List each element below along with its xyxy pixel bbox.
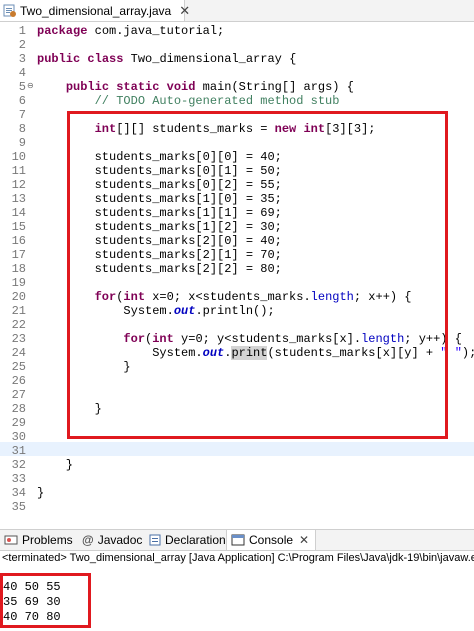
line-number: 2	[18, 38, 26, 52]
code-line-class-decl: public class Two_dimensional_array {	[37, 52, 297, 66]
code-line-assign: students_marks[0][2] = 55;	[37, 178, 282, 192]
line-number: 11	[11, 164, 26, 178]
line-number: 25	[11, 360, 26, 374]
line-number: 15	[11, 220, 26, 234]
javadoc-icon: @	[82, 533, 94, 547]
line-number: 18	[11, 262, 26, 276]
code-line-assign: students_marks[1][2] = 30;	[37, 220, 282, 234]
line-number: 24	[11, 346, 26, 360]
line-number: 8	[18, 122, 26, 136]
java-file-icon	[3, 4, 16, 17]
problems-icon	[4, 534, 18, 546]
code-line-brace: }	[37, 486, 45, 500]
code-line-brace: }	[37, 458, 74, 472]
tab-javadoc-label: Javadoc	[97, 533, 143, 547]
line-number: 12	[11, 178, 26, 192]
tab-declaration[interactable]: Declaration	[149, 530, 226, 550]
line-number: 21	[11, 304, 26, 318]
tab-javadoc[interactable]: @ Javadoc	[82, 530, 142, 550]
code-line-assign: students_marks[1][0] = 35;	[37, 192, 282, 206]
close-console-tab-icon[interactable]: ✕	[299, 533, 309, 547]
line-number: 32	[11, 458, 26, 472]
line-number: 3	[18, 52, 26, 66]
console-status: <terminated> Two_dimensional_array [Java…	[2, 552, 474, 564]
editor-tab-label: Two_dimensional_array.java	[20, 3, 172, 18]
line-number: 19	[11, 276, 26, 290]
line-number: 34	[11, 486, 26, 500]
line-number: 23	[11, 332, 26, 346]
code-line-package: package com.java_tutorial;	[37, 24, 225, 38]
line-number: 10	[11, 150, 26, 164]
tab-console-label: Console	[249, 533, 294, 547]
line-number: 26	[11, 374, 26, 388]
tab-declaration-label: Declaration	[165, 533, 226, 547]
line-number: 20	[11, 290, 26, 304]
line-number: 33	[11, 472, 26, 486]
line-number: 7	[18, 108, 26, 122]
line-number: 4	[18, 66, 26, 80]
declaration-icon	[149, 534, 161, 546]
line-number: 1	[18, 24, 26, 38]
line-number: 13	[11, 192, 26, 206]
code-line-assign: students_marks[0][0] = 40;	[37, 150, 282, 164]
editor-tab-file[interactable]: Two_dimensional_array.java ✕	[0, 0, 190, 21]
code-line-comment: // TODO Auto-generated method stub	[94, 94, 340, 108]
line-number: 5	[18, 80, 26, 94]
line-number: 17	[11, 248, 26, 262]
tab-problems-label: Problems	[22, 533, 73, 547]
code-line-brace: }	[37, 360, 131, 374]
tab-console[interactable]: Console ✕	[226, 530, 317, 550]
code-line-assign: students_marks[2][2] = 80;	[37, 262, 282, 276]
line-number: 22	[11, 318, 26, 332]
code-line-assign: students_marks[2][0] = 40;	[37, 234, 282, 248]
console-output-line: 40 50 55	[3, 580, 61, 594]
console-icon	[231, 534, 245, 546]
line-number: 14	[11, 206, 26, 220]
line-number: 16	[11, 234, 26, 248]
line-number: 30	[11, 430, 26, 444]
line-number: 31	[11, 444, 26, 458]
code-line-println: System.out.println();	[37, 304, 275, 318]
line-number: 29	[11, 416, 26, 430]
code-line-main: public static void main(String[] args) {	[65, 80, 354, 94]
line-number: 6	[18, 94, 26, 108]
code-line-print: System.out.print(students_marks[x][y] + …	[37, 346, 474, 360]
tab-problems[interactable]: Problems	[4, 530, 73, 550]
code-line-assign: students_marks[2][1] = 70;	[37, 248, 282, 262]
code-line-assign: students_marks[0][1] = 50;	[37, 164, 282, 178]
code-line-outer-for: for(int x=0; x<students_marks.length; x+…	[94, 290, 412, 304]
code-line-array-decl: int[][] students_marks = new int[3][3];	[94, 122, 376, 136]
line-number: 27	[11, 388, 26, 402]
editor-tab-bar: Two_dimensional_array.java ✕	[0, 0, 474, 22]
console-tab-bar: Problems @ Javadoc Declaration Console ✕	[0, 529, 474, 551]
console-output-line: 40 70 80	[3, 610, 61, 624]
line-number: 9	[18, 136, 26, 150]
line-number: 28	[11, 402, 26, 416]
code-line-assign: students_marks[1][1] = 69;	[37, 206, 282, 220]
fold-toggle-icon[interactable]: ⊖	[27, 80, 34, 94]
code-line-inner-for: for(int y=0; y<students_marks[x].length;…	[123, 332, 462, 346]
line-number: 35	[11, 500, 26, 514]
close-tab-icon[interactable]: ✕	[179, 4, 190, 17]
code-line-brace: }	[37, 402, 102, 416]
console-output-line: 35 69 30	[3, 595, 61, 609]
code-editor[interactable]: 1 package com.java_tutorial; 2 3 public cl…	[0, 22, 474, 520]
